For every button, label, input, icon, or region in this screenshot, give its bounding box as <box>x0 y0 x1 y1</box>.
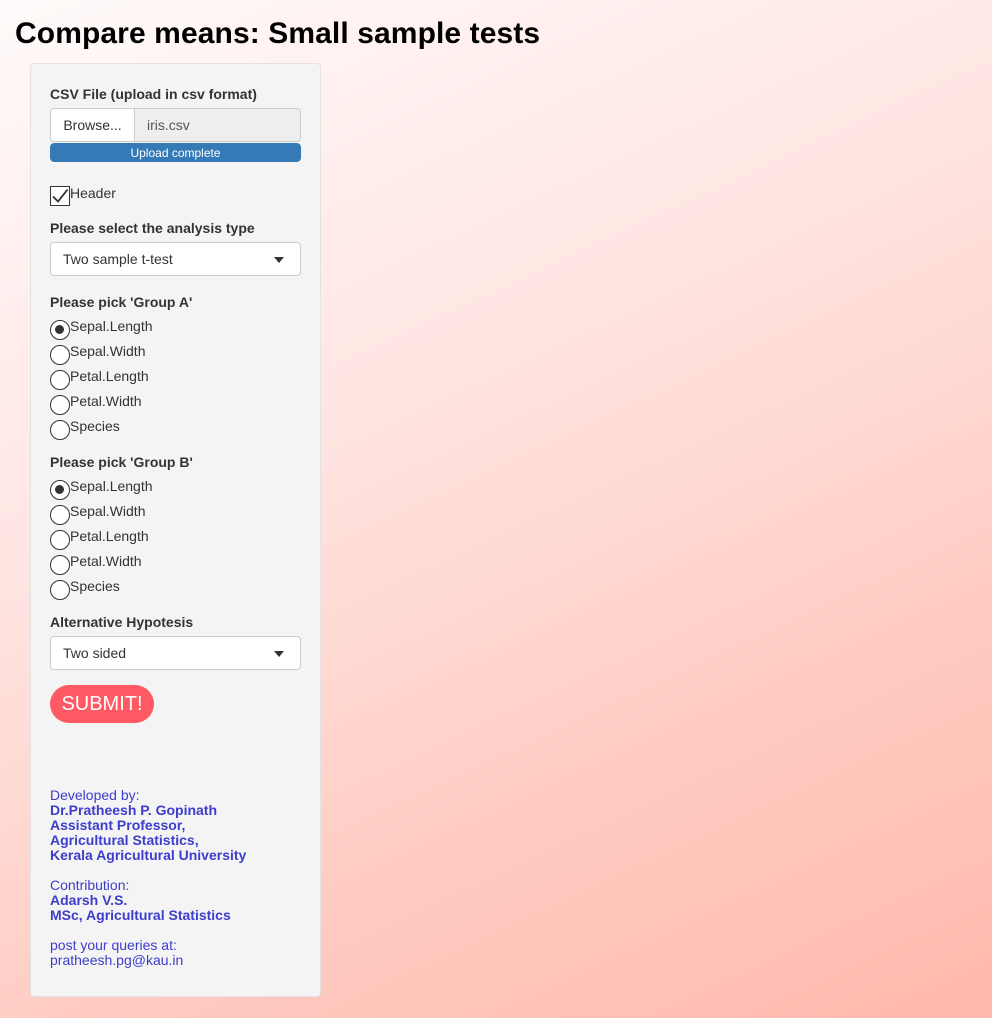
group-b-radio-button[interactable] <box>50 505 70 525</box>
header-checkbox-row[interactable]: Header <box>50 185 116 207</box>
contributor-degree: MSc, Agricultural Statistics <box>50 907 231 923</box>
developer-department: Agricultural Statistics, <box>50 832 199 848</box>
group-a-option-petal-length[interactable]: Petal.Length <box>50 368 149 393</box>
alternative-hypothesis-select[interactable]: Two sided <box>50 636 301 670</box>
group-b-option-petal-length[interactable]: Petal.Length <box>50 528 149 553</box>
group-a-option-label: Petal.Width <box>70 393 142 409</box>
chevron-down-icon <box>274 257 284 263</box>
page-title: Compare means: Small sample tests <box>15 17 541 50</box>
developer-title: Assistant Professor, <box>50 817 186 833</box>
group-a-label: Please pick 'Group A' <box>50 294 193 310</box>
header-checkbox-label: Header <box>70 185 116 201</box>
developer-university: Kerala Agricultural University <box>50 847 247 863</box>
group-b-label: Please pick 'Group B' <box>50 454 193 470</box>
developer-name: Dr.Pratheesh P. Gopinath <box>50 802 218 818</box>
chevron-down-icon <box>274 651 284 657</box>
group-b-radio-button[interactable] <box>50 555 70 575</box>
group-b-option-label: Petal.Length <box>70 528 149 544</box>
group-a-option-species[interactable]: Species <box>50 418 120 443</box>
contact-email: pratheesh.pg@kau.in <box>50 952 184 968</box>
group-a-radio-button[interactable] <box>50 395 70 415</box>
queries-label: post your queries at: <box>50 937 177 953</box>
group-a-radio-button[interactable] <box>50 320 70 340</box>
group-a-option-label: Petal.Length <box>70 368 149 384</box>
group-a-option-label: Sepal.Width <box>70 343 146 359</box>
group-b-option-species[interactable]: Species <box>50 578 120 603</box>
group-a-radio-button[interactable] <box>50 370 70 390</box>
upload-progress-fill: Upload complete <box>50 143 301 162</box>
group-b-option-sepal-length[interactable]: Sepal.Length <box>50 478 153 503</box>
group-a-radio-button[interactable] <box>50 420 70 440</box>
group-b-option-sepal-width[interactable]: Sepal.Width <box>50 503 145 528</box>
group-a-option-label: Sepal.Length <box>70 318 153 334</box>
group-a-option-petal-width[interactable]: Petal.Width <box>50 393 142 418</box>
contribution-label: Contribution: <box>50 877 130 893</box>
group-a-option-sepal-length[interactable]: Sepal.Length <box>50 318 153 343</box>
credits: Developed by: Dr.Pratheesh P. Gopinath A… <box>50 788 310 968</box>
group-b-option-petal-width[interactable]: Petal.Width <box>50 553 142 578</box>
group-b-radio-button[interactable] <box>50 530 70 550</box>
group-a-radio-button[interactable] <box>50 345 70 365</box>
file-input: Browse... iris.csv <box>50 108 301 142</box>
group-b-option-label: Sepal.Width <box>70 503 146 519</box>
header-checkbox[interactable] <box>50 186 70 206</box>
submit-button[interactable]: SUBMIT! <box>50 685 154 723</box>
contributor-name: Adarsh V.S. <box>50 892 128 908</box>
analysis-type-label: Please select the analysis type <box>50 220 255 236</box>
group-b-radio-button[interactable] <box>50 580 70 600</box>
group-a-option-label: Species <box>70 418 120 434</box>
file-input-label: CSV File (upload in csv format) <box>50 86 257 102</box>
group-b-option-label: Sepal.Length <box>70 478 153 494</box>
alternative-hypothesis-value: Two sided <box>63 645 127 661</box>
group-b-option-label: Species <box>70 578 120 594</box>
group-a-option-sepal-width[interactable]: Sepal.Width <box>50 343 145 368</box>
group-b-option-label: Petal.Width <box>70 553 142 569</box>
group-b-radio-button[interactable] <box>50 480 70 500</box>
analysis-type-select[interactable]: Two sample t-test <box>50 242 301 276</box>
check-icon <box>52 188 68 203</box>
analysis-type-value: Two sample t-test <box>63 251 173 267</box>
file-name-field: iris.csv <box>134 108 301 142</box>
alternative-hypothesis-label: Alternative Hypotesis <box>50 614 194 630</box>
developed-by-label: Developed by: <box>50 787 140 803</box>
upload-progress-bar: Upload complete <box>50 143 301 162</box>
browse-button[interactable]: Browse... <box>50 108 134 142</box>
sidebar-panel: CSV File (upload in csv format) Browse..… <box>30 63 321 997</box>
